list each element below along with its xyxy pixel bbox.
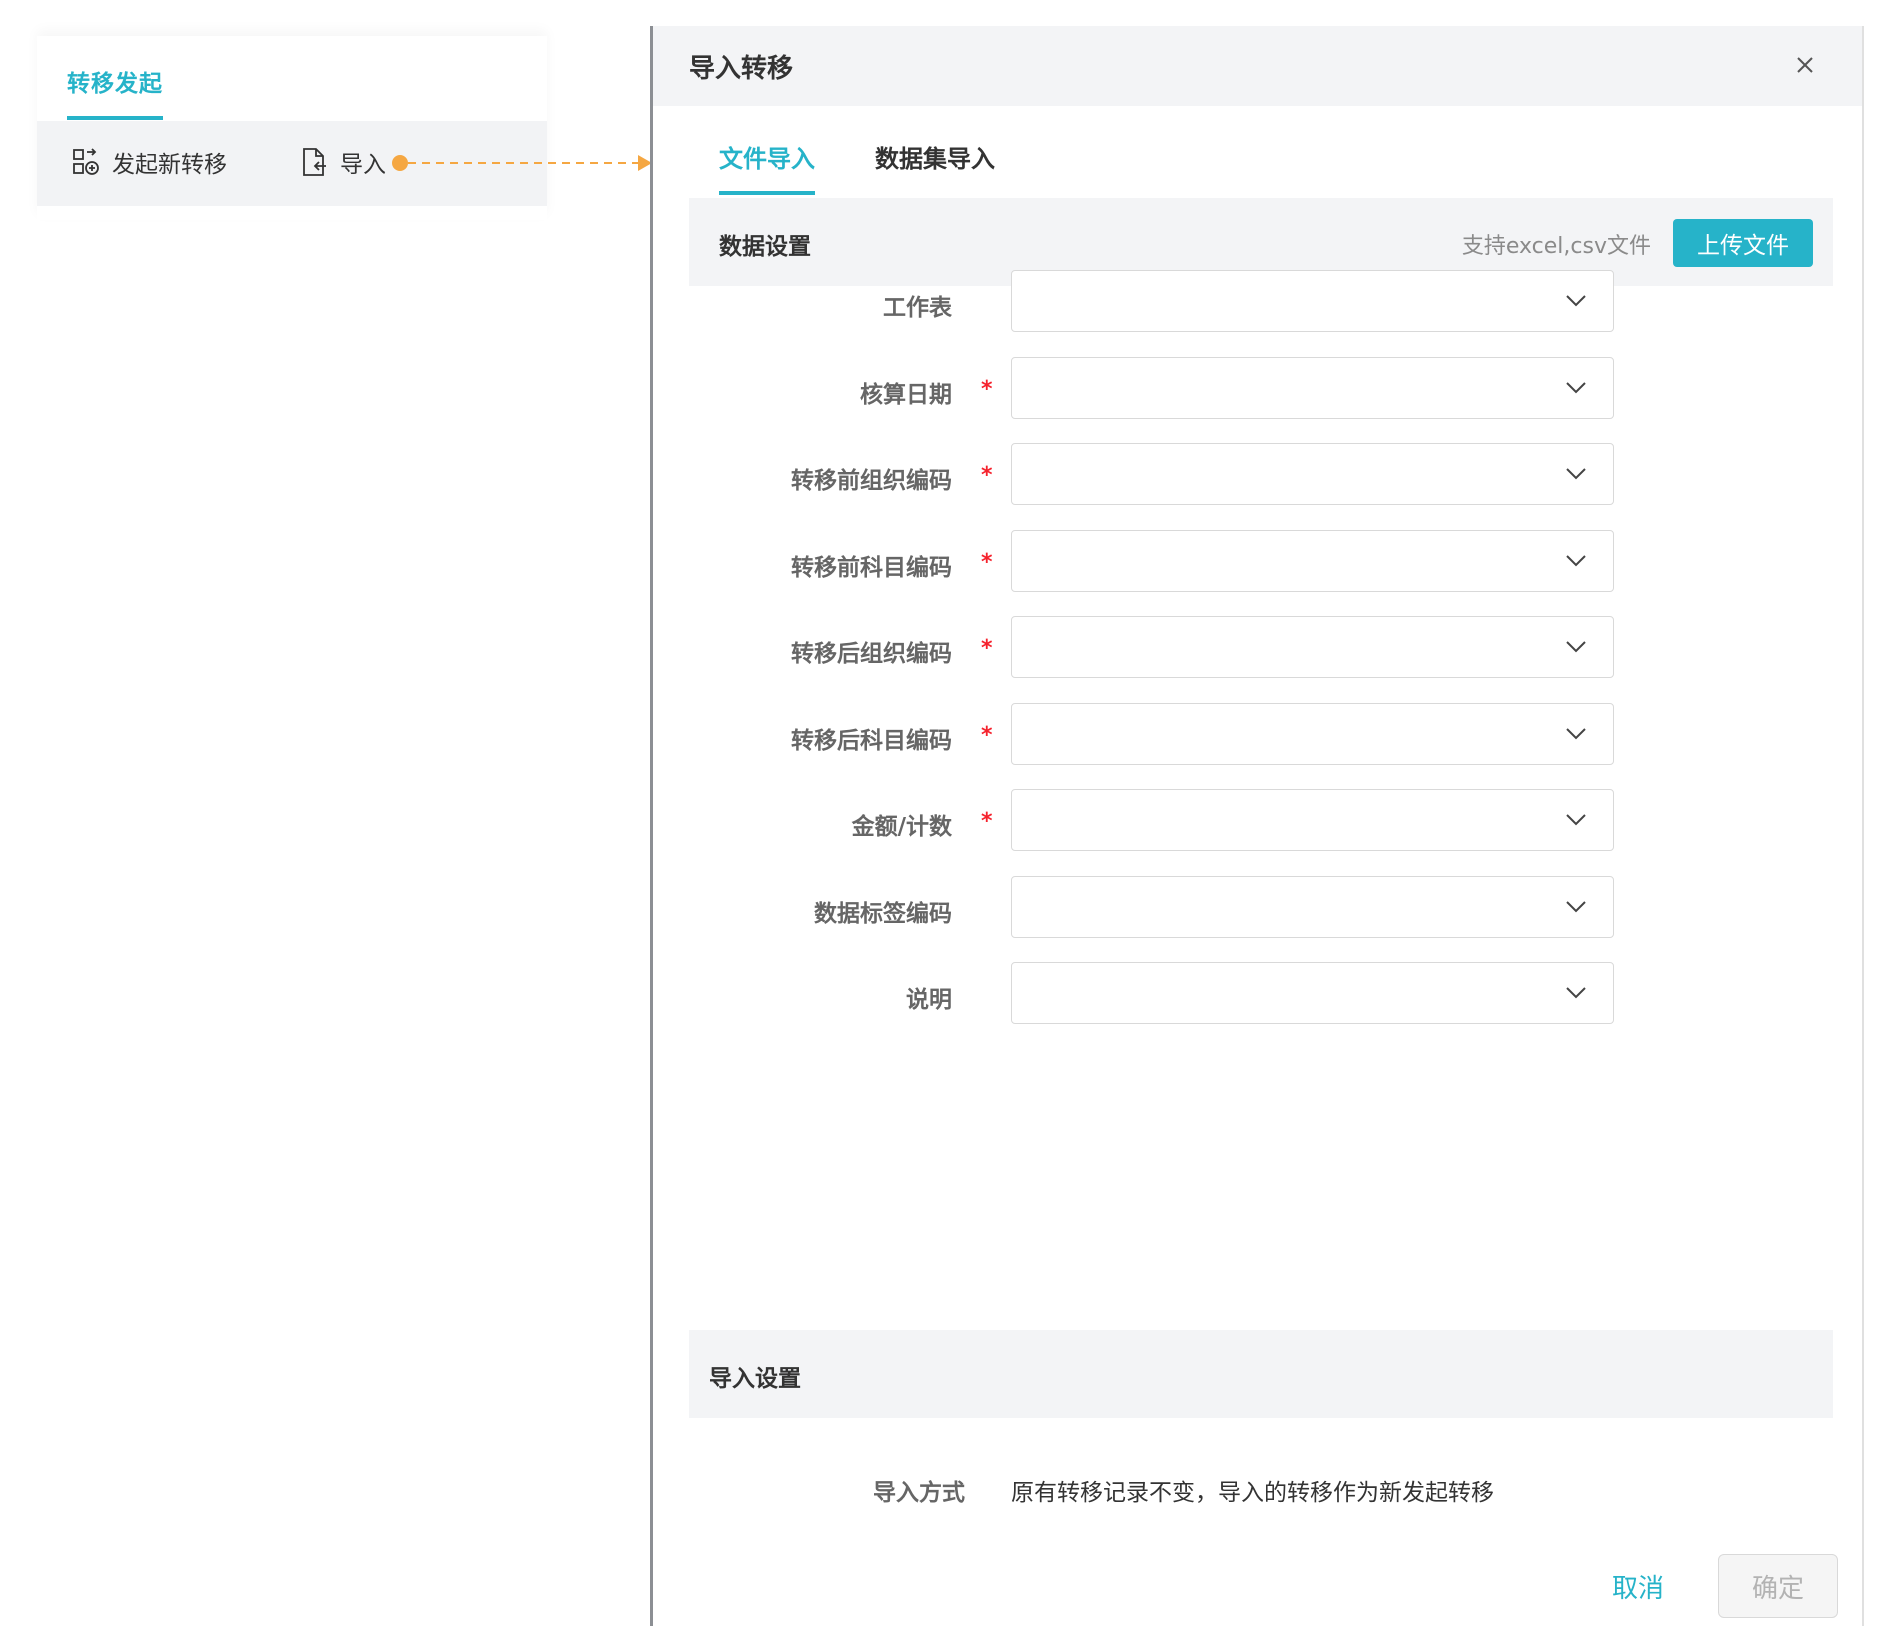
form-row-description: 说明 [653, 962, 1862, 1026]
import-label: 导入 [340, 152, 386, 178]
amount-count-select[interactable] [1011, 789, 1614, 851]
new-transfer-icon [73, 148, 99, 175]
import-transfer-dialog: 导入转移 文件导入 数据集导入 数据设置 支持excel,csv文件 上传文件 … [650, 26, 1864, 1626]
field-label: 核算日期 [860, 382, 952, 408]
chevron-down-icon [1566, 382, 1586, 394]
field-label: 说明 [906, 987, 952, 1013]
form-row-target-org-code: 转移后组织编码 * [653, 616, 1862, 680]
import-settings-title: 导入设置 [709, 1366, 801, 1392]
chevron-down-icon [1566, 728, 1586, 740]
form-row-target-account-code: 转移后科目编码 * [653, 703, 1862, 767]
chevron-down-icon [1566, 641, 1586, 653]
annotation-arrow [392, 155, 652, 171]
field-label: 转移前组织编码 [791, 468, 952, 494]
required-mark: * [981, 809, 993, 834]
form-row-accounting-date: 核算日期 * [653, 357, 1862, 421]
confirm-button[interactable]: 确定 [1718, 1554, 1838, 1618]
chevron-down-icon [1566, 468, 1586, 480]
import-mode-label: 导入方式 [873, 1480, 965, 1506]
form-row-data-tag-code: 数据标签编码 [653, 876, 1862, 940]
dialog-header: 导入转移 [653, 26, 1862, 106]
data-settings-title: 数据设置 [719, 234, 811, 260]
import-settings-section: 导入设置 [689, 1330, 1833, 1418]
worksheet-select[interactable] [1011, 270, 1614, 332]
source-account-code-select[interactable] [1011, 530, 1614, 592]
chevron-down-icon [1566, 555, 1586, 567]
file-type-hint: 支持excel,csv文件 [1461, 234, 1651, 259]
description-select[interactable] [1011, 962, 1614, 1024]
field-label: 数据标签编码 [814, 901, 952, 927]
required-mark: * [981, 463, 993, 488]
import-mode-value: 原有转移记录不变，导入的转移作为新发起转移 [1011, 1480, 1494, 1506]
field-label: 转移后科目编码 [791, 728, 952, 754]
transfer-launch-panel: 转移发起 发起新转移 导入 [37, 36, 547, 220]
required-mark: * [981, 636, 993, 661]
required-mark: * [981, 723, 993, 748]
close-icon[interactable] [1794, 54, 1816, 76]
tab-transfer-launch[interactable]: 转移发起 [67, 64, 163, 98]
file-import-icon [303, 148, 326, 176]
field-label: 工作表 [883, 295, 952, 321]
field-label: 金额/计数 [851, 814, 952, 840]
tab-active-indicator [67, 116, 163, 120]
form-row-source-account-code: 转移前科目编码 * [653, 530, 1862, 594]
data-tag-code-select[interactable] [1011, 876, 1614, 938]
tab-dataset-import[interactable]: 数据集导入 [875, 139, 995, 174]
cancel-button[interactable]: 取消 [1593, 1554, 1683, 1618]
target-org-code-select[interactable] [1011, 616, 1614, 678]
dialog-title: 导入转移 [689, 54, 794, 84]
form-row-worksheet: 工作表 [653, 270, 1862, 334]
upload-file-button[interactable]: 上传文件 [1673, 219, 1813, 267]
chevron-down-icon [1566, 987, 1586, 999]
form-row-source-org-code: 转移前组织编码 * [653, 443, 1862, 507]
tab-file-import[interactable]: 文件导入 [719, 139, 815, 174]
accounting-date-select[interactable] [1011, 357, 1614, 419]
field-label: 转移前科目编码 [791, 555, 952, 581]
chevron-down-icon [1566, 814, 1586, 826]
field-label: 转移后组织编码 [791, 641, 952, 667]
target-account-code-select[interactable] [1011, 703, 1614, 765]
new-transfer-label: 发起新转移 [112, 152, 227, 178]
chevron-down-icon [1566, 295, 1586, 307]
source-org-code-select[interactable] [1011, 443, 1614, 505]
form-row-amount-count: 金额/计数 * [653, 789, 1862, 853]
chevron-down-icon [1566, 901, 1586, 913]
required-mark: * [981, 377, 993, 402]
new-transfer-button[interactable]: 发起新转移 [72, 145, 227, 179]
tab-active-indicator [719, 191, 815, 195]
import-button[interactable]: 导入 [300, 145, 386, 179]
required-mark: * [981, 550, 993, 575]
